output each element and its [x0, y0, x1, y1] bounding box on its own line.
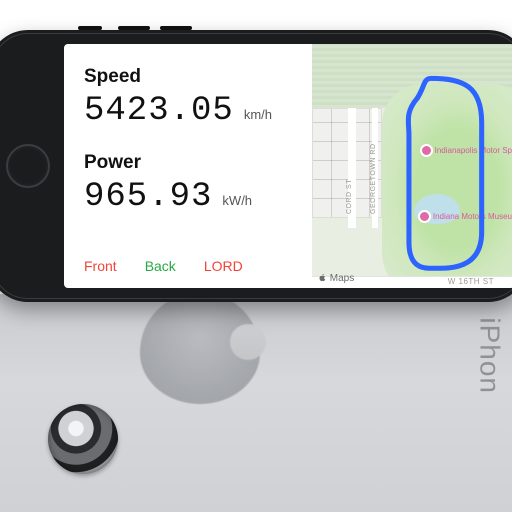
volume-down-button-icon	[160, 26, 192, 30]
speed-unit: km/h	[244, 107, 272, 122]
map-road-label: W 16TH ST	[448, 277, 494, 286]
tab-front[interactable]: Front	[84, 258, 117, 274]
tab-back[interactable]: Back	[145, 258, 176, 274]
camera-lens-icon	[48, 404, 118, 474]
mute-switch-icon	[78, 26, 102, 30]
power-unit: kW/h	[222, 193, 252, 208]
device-brand-text: iPhon	[474, 317, 506, 394]
phone-frame: Speed 5423.05 km/h Power 965.93 kW/h Fro…	[0, 30, 512, 302]
power-label: Power	[84, 152, 302, 174]
apple-logo-icon	[140, 294, 260, 404]
second-phone-back: iPhon	[0, 294, 512, 512]
route-track-icon	[312, 44, 512, 288]
speed-label: Speed	[84, 66, 302, 88]
map-attribution: Maps	[318, 273, 354, 284]
apple-icon	[318, 273, 327, 282]
home-button[interactable]	[6, 144, 50, 188]
tab-bar: Front Back LORD	[84, 252, 302, 274]
speed-row: 5423.05 km/h	[84, 92, 302, 130]
speed-value: 5423.05	[84, 92, 234, 130]
map-view[interactable]: CORD ST GEORGETOWN RD Indianapolis Motor…	[312, 44, 512, 288]
power-value: 965.93	[84, 178, 212, 216]
screen: Speed 5423.05 km/h Power 965.93 kW/h Fro…	[64, 44, 512, 288]
metrics-panel: Speed 5423.05 km/h Power 965.93 kW/h Fro…	[64, 44, 312, 288]
tab-lord[interactable]: LORD	[204, 258, 243, 274]
power-row: 965.93 kW/h	[84, 178, 302, 216]
volume-up-button-icon	[118, 26, 150, 30]
